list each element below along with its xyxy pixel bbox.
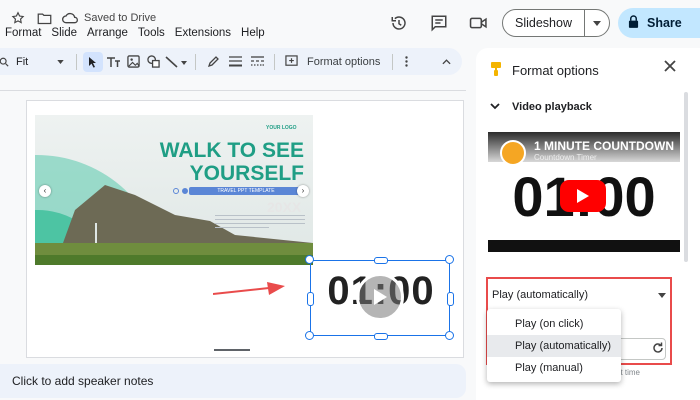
panel-scrollbar[interactable]: [684, 92, 688, 262]
video-playback-section[interactable]: Video playback: [490, 101, 592, 113]
zoom-dropdown-icon: [57, 59, 64, 64]
move-to-folder-icon[interactable]: [36, 10, 52, 26]
header-actions: Slideshow Share: [388, 8, 700, 38]
zoom-value: Fit: [16, 55, 29, 68]
shape-icon[interactable]: [143, 52, 163, 72]
ruler: [0, 90, 466, 91]
video-title: 1 MINUTE COUNTDOWN: [534, 139, 674, 153]
chevron-down-icon: [658, 293, 666, 298]
option-play-manual[interactable]: Play (manual): [487, 357, 621, 379]
border-dash-icon[interactable]: [246, 52, 268, 72]
select-tool-icon[interactable]: [83, 51, 103, 72]
resize-handle[interactable]: [307, 292, 314, 306]
youtube-play-icon[interactable]: [560, 180, 606, 212]
selected-video[interactable]: 01:00: [305, 255, 454, 340]
menu-tools[interactable]: Tools: [137, 27, 166, 39]
resize-handle[interactable]: [445, 255, 454, 264]
more-options-icon[interactable]: [399, 52, 413, 72]
resize-handle[interactable]: [305, 255, 314, 264]
close-icon[interactable]: [664, 60, 676, 75]
toolbar-divider: [76, 53, 77, 70]
slideshow-dropdown-icon[interactable]: [585, 10, 609, 36]
refresh-icon[interactable]: [652, 342, 664, 357]
comments-icon[interactable]: [428, 12, 450, 34]
chevron-down-icon: [490, 101, 500, 113]
border-weight-icon[interactable]: [224, 52, 246, 72]
panel-title: Format options: [512, 63, 599, 78]
menu-bar: Format Slide Arrange Tools Extensions He…: [4, 27, 266, 39]
border-color-icon[interactable]: [202, 52, 224, 72]
slideshow-button[interactable]: Slideshow: [502, 9, 610, 37]
zoom-icon[interactable]: [0, 52, 10, 72]
share-label: Share: [647, 16, 682, 30]
thumbnail-footer: [488, 240, 680, 252]
save-status: Saved to Drive: [84, 12, 157, 24]
title-icons: Saved to Drive: [10, 10, 156, 26]
resize-handle[interactable]: [374, 257, 388, 264]
option-play-on-click[interactable]: Play (on click): [487, 313, 621, 335]
playback-mode-select[interactable]: Play (automatically): [492, 289, 672, 301]
image-icon[interactable]: [123, 52, 143, 72]
collapse-toolbar-icon[interactable]: [440, 52, 452, 72]
slide-title: WALK TO SEE YOURSELF: [159, 139, 304, 185]
zoom-select[interactable]: Fit: [10, 52, 70, 72]
menu-help[interactable]: Help: [240, 27, 266, 39]
video-play-icon[interactable]: [356, 273, 404, 321]
playback-dropdown-menu: Play (on click) Play (automatically) Pla…: [487, 309, 621, 382]
slide-logo: YOUR LOGO: [266, 125, 297, 131]
share-button[interactable]: Share: [618, 8, 700, 38]
resize-handle[interactable]: [445, 331, 454, 340]
toolbar: Fit Format options: [0, 48, 462, 75]
add-comment-icon[interactable]: [281, 52, 301, 72]
next-arrow-icon[interactable]: ›: [297, 185, 309, 197]
slide-canvas: YOUR LOGO WALK TO SEE YOURSELF TRAVEL PP…: [0, 78, 466, 400]
star-icon[interactable]: [10, 10, 26, 26]
menu-extensions[interactable]: Extensions: [174, 27, 232, 39]
slide-image[interactable]: YOUR LOGO WALK TO SEE YOURSELF TRAVEL PP…: [35, 115, 313, 265]
slideshow-label[interactable]: Slideshow: [503, 10, 585, 36]
history-icon[interactable]: [388, 12, 410, 34]
top-bar: Saved to Drive Format Slide Arrange Tool…: [0, 0, 700, 46]
section-label: Video playback: [512, 101, 592, 113]
line-icon[interactable]: [163, 52, 189, 72]
prev-arrow-icon[interactable]: ‹: [39, 185, 51, 197]
slide-band: TRAVEL PPT TEMPLATE: [189, 187, 303, 195]
slide-dots: [173, 188, 188, 194]
slide-year: 20XX: [267, 199, 302, 215]
slide[interactable]: YOUR LOGO WALK TO SEE YOURSELF TRAVEL PP…: [26, 100, 464, 358]
toolbar-divider: [195, 53, 196, 70]
slide-body-text: [215, 215, 305, 231]
option-play-automatically[interactable]: Play (automatically): [487, 335, 621, 357]
toolbar-divider: [392, 53, 394, 70]
format-options-button[interactable]: Format options: [301, 52, 386, 72]
resize-handle[interactable]: [305, 331, 314, 340]
video-call-icon[interactable]: [468, 12, 490, 34]
channel-avatar: [500, 140, 526, 166]
notes-resize-handle[interactable]: [214, 349, 250, 351]
menu-slide[interactable]: Slide: [50, 27, 78, 39]
resize-handle[interactable]: [374, 333, 388, 340]
playback-mode-value: Play (automatically): [492, 289, 588, 301]
resize-handle[interactable]: [447, 292, 454, 306]
paint-format-icon: [490, 61, 502, 80]
menu-format[interactable]: Format: [4, 27, 42, 39]
speaker-notes[interactable]: Click to add speaker notes: [0, 364, 466, 398]
cloud-saved-icon: [62, 10, 78, 26]
toolbar-divider: [274, 53, 275, 70]
video-thumbnail[interactable]: 01:00 1 MINUTE COUNTDOWN Countdown Timer: [488, 132, 680, 252]
menu-arrange[interactable]: Arrange: [86, 27, 129, 39]
red-arrow-annotation: [213, 282, 285, 295]
video-channel: Countdown Timer: [534, 153, 597, 162]
lock-icon: [628, 15, 639, 31]
text-box-icon[interactable]: [103, 52, 123, 72]
